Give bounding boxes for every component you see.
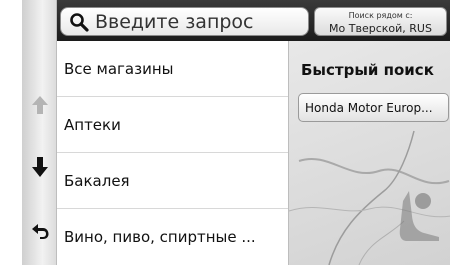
top-bar: Введите запрос Поиск рядом с: Мо Тверско…: [57, 0, 450, 41]
category-item-wine-beer-liquor[interactable]: Вино, пиво, спиртные ...: [57, 209, 288, 265]
search-input[interactable]: Введите запрос: [60, 7, 309, 36]
quick-search-title: Быстрый поиск: [301, 61, 434, 79]
category-item-pharmacies[interactable]: Аптеки: [57, 97, 288, 153]
quick-search-panel: Быстрый поиск Honda Motor Europ...: [288, 41, 450, 265]
category-item-all-stores[interactable]: Все магазины: [57, 41, 288, 97]
category-item-grocery[interactable]: Бакалея: [57, 153, 288, 209]
category-list: Все магазины Аптеки Бакалея Вино, пиво, …: [57, 41, 288, 265]
arrow-up-icon: [31, 96, 48, 114]
quick-search-result-button[interactable]: Honda Motor Europ...: [298, 93, 449, 122]
search-near-caption: Поиск рядом с:: [348, 11, 413, 20]
search-near-button[interactable]: Поиск рядом с: Мо Тверской, RUS: [314, 7, 447, 36]
nav-rail: [22, 0, 57, 265]
arrow-down-icon: [31, 157, 48, 177]
scroll-down-button[interactable]: [22, 150, 57, 184]
category-item-label: Вино, пиво, спиртные ...: [64, 228, 256, 246]
category-item-label: Бакалея: [64, 171, 130, 190]
search-icon: [70, 12, 89, 32]
search-near-location: Мо Тверской, RUS: [329, 22, 432, 35]
back-button[interactable]: [22, 214, 57, 248]
quick-search-result-label: Honda Motor Europ...: [305, 100, 433, 115]
category-item-label: Аптеки: [64, 115, 121, 134]
category-item-label: Все магазины: [64, 59, 174, 78]
scroll-up-button[interactable]: [22, 88, 57, 122]
back-icon: [31, 224, 48, 239]
search-placeholder: Введите запрос: [95, 10, 254, 33]
